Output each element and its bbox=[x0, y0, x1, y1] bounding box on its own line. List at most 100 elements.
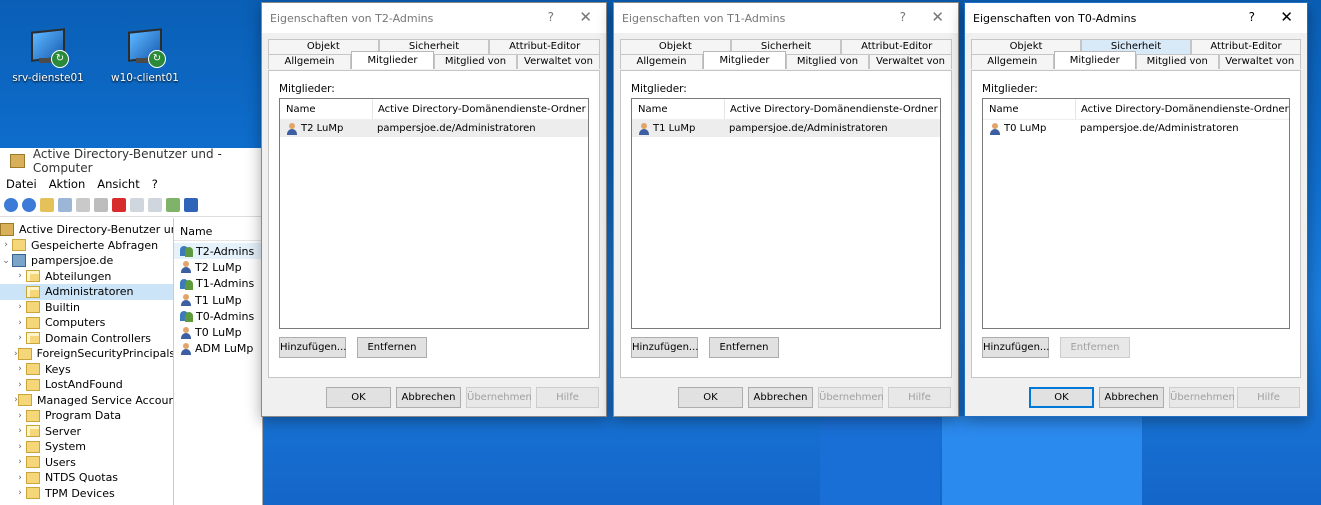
member-row[interactable]: T1 LuMp pampersjoe.de/Administratoren bbox=[632, 120, 940, 137]
list-item[interactable]: T0 LuMp bbox=[174, 324, 262, 340]
tree-item-ntds-quotas[interactable]: › NTDS Quotas bbox=[0, 470, 173, 486]
aduc-titlebar[interactable]: Active Directory-Benutzer und -Computer bbox=[0, 148, 262, 175]
remove-button[interactable]: Entfernen bbox=[709, 337, 779, 358]
desktop-icon-w10-client01[interactable]: ↻ w10-client01 bbox=[100, 28, 190, 84]
tree-item-computers[interactable]: › Computers bbox=[0, 315, 173, 331]
list-item[interactable]: ADM LuMp bbox=[174, 341, 262, 357]
up-folder-icon[interactable] bbox=[40, 198, 54, 212]
remove-button[interactable]: Entfernen bbox=[1060, 337, 1130, 358]
add-button[interactable]: Hinzufügen... bbox=[279, 337, 346, 358]
delete-icon[interactable] bbox=[112, 198, 126, 212]
column-header-name[interactable]: Name bbox=[280, 99, 373, 119]
tree-item-lostandfound[interactable]: › LostAndFound bbox=[0, 377, 173, 393]
ok-button[interactable]: OK bbox=[326, 387, 391, 408]
apply-button[interactable]: Übernehmen bbox=[818, 387, 884, 408]
menu-ansicht[interactable]: Ansicht bbox=[97, 177, 139, 191]
help-button[interactable]: Hilfe bbox=[536, 387, 599, 408]
user-icon bbox=[180, 294, 192, 307]
tab-allgemein[interactable]: Allgemein bbox=[971, 54, 1054, 69]
tree-item-users[interactable]: › Users bbox=[0, 455, 173, 471]
tab-mitglied-von[interactable]: Mitglied von bbox=[786, 54, 869, 69]
list-item[interactable]: T1 LuMp bbox=[174, 292, 262, 308]
tab-mitglieder[interactable]: Mitglieder bbox=[703, 51, 786, 69]
cut-icon[interactable] bbox=[76, 198, 90, 212]
menu-aktion[interactable]: Aktion bbox=[49, 177, 86, 191]
add-button[interactable]: Hinzufügen... bbox=[982, 337, 1049, 358]
show-console-tree-icon[interactable] bbox=[58, 198, 72, 212]
members-list[interactable]: Name Active Directory-Domänendienste-Ord… bbox=[982, 98, 1290, 329]
help-icon[interactable] bbox=[184, 198, 198, 212]
members-list[interactable]: Name Active Directory-Domänendienste-Ord… bbox=[631, 98, 941, 329]
list-item[interactable]: T0-Admins bbox=[174, 308, 262, 324]
list-item[interactable]: T1-Admins bbox=[174, 276, 262, 292]
cancel-button[interactable]: Abbrechen bbox=[1099, 387, 1164, 408]
tab-verwaltet-von[interactable]: Verwaltet von bbox=[1218, 54, 1301, 69]
members-list[interactable]: Name Active Directory-Domänendienste-Ord… bbox=[279, 98, 589, 329]
help-button[interactable]: Hilfe bbox=[888, 387, 951, 408]
tab-attribut-editor[interactable]: Attribut-Editor bbox=[489, 39, 601, 54]
add-button[interactable]: Hinzufügen... bbox=[631, 337, 698, 358]
member-row[interactable]: T0 LuMp pampersjoe.de/Administratoren bbox=[983, 120, 1289, 137]
tree-item-system[interactable]: › System bbox=[0, 439, 173, 455]
tab-allgemein[interactable]: Allgemein bbox=[268, 54, 351, 69]
forward-icon[interactable] bbox=[22, 198, 36, 212]
tree-item-builtin[interactable]: › Builtin bbox=[0, 300, 173, 316]
tree-item-server[interactable]: › Server bbox=[0, 424, 173, 440]
close-icon[interactable]: ✕ bbox=[579, 8, 592, 26]
help-icon[interactable]: ? bbox=[900, 10, 906, 24]
column-header-name[interactable]: Name bbox=[174, 222, 262, 241]
column-header-folder[interactable]: Active Directory-Domänendienste-Ordner bbox=[373, 104, 586, 115]
help-icon[interactable]: ? bbox=[548, 10, 554, 24]
apply-button[interactable]: Übernehmen bbox=[1169, 387, 1235, 408]
cancel-button[interactable]: Abbrechen bbox=[396, 387, 461, 408]
copy-icon[interactable] bbox=[94, 198, 108, 212]
tree-item-tpm-devices[interactable]: › TPM Devices bbox=[0, 486, 173, 502]
tree-item-root[interactable]: Active Directory-Benutzer und - bbox=[0, 222, 173, 238]
tab-mitglieder[interactable]: Mitglieder bbox=[1053, 51, 1136, 69]
folder-icon bbox=[26, 363, 40, 376]
tab-attribut-editor[interactable]: Attribut-Editor bbox=[1191, 39, 1301, 54]
dialog-titlebar[interactable]: Eigenschaften von T2-Admins ? ✕ bbox=[262, 3, 606, 33]
tab-verwaltet-von[interactable]: Verwaltet von bbox=[517, 54, 600, 69]
tree-item-foreignsecurityprincipals[interactable]: › ForeignSecurityPrincipals bbox=[0, 346, 173, 362]
menu-datei[interactable]: Datei bbox=[6, 177, 37, 191]
tab-mitglieder[interactable]: Mitglieder bbox=[351, 51, 434, 69]
close-icon[interactable]: ✕ bbox=[931, 8, 944, 26]
tree-item-managed-service-accounts[interactable]: › Managed Service Accour bbox=[0, 393, 173, 409]
tree-item-program-data[interactable]: › Program Data bbox=[0, 408, 173, 424]
column-header-name[interactable]: Name bbox=[983, 99, 1076, 119]
close-icon[interactable]: ✕ bbox=[1280, 8, 1293, 26]
ok-button[interactable]: OK bbox=[678, 387, 743, 408]
cancel-button[interactable]: Abbrechen bbox=[748, 387, 813, 408]
tree-item-abteilungen[interactable]: › Abteilungen bbox=[0, 269, 173, 285]
tree-item-domain-controllers[interactable]: › Domain Controllers bbox=[0, 331, 173, 347]
dialog-titlebar[interactable]: Eigenschaften von T1-Admins ? ✕ bbox=[614, 3, 958, 33]
export-icon[interactable] bbox=[166, 198, 180, 212]
tab-verwaltet-von[interactable]: Verwaltet von bbox=[869, 54, 952, 69]
list-item[interactable]: T2 LuMp bbox=[174, 259, 262, 275]
list-item[interactable]: T2-Admins bbox=[174, 243, 262, 260]
tree-item-keys[interactable]: › Keys bbox=[0, 362, 173, 378]
column-header-folder[interactable]: Active Directory-Domänendienste-Ordner bbox=[1076, 104, 1289, 115]
ok-button[interactable]: OK bbox=[1029, 387, 1094, 408]
tree-item-gespeicherte-abfragen[interactable]: › Gespeicherte Abfragen bbox=[0, 238, 173, 254]
column-header-name[interactable]: Name bbox=[632, 99, 725, 119]
remove-button[interactable]: Entfernen bbox=[357, 337, 427, 358]
tab-allgemein[interactable]: Allgemein bbox=[620, 54, 703, 69]
member-row[interactable]: T2 LuMp pampersjoe.de/Administratoren bbox=[280, 120, 588, 137]
desktop-icon-srv-dienste01[interactable]: ↻ srv-dienste01 bbox=[3, 28, 93, 84]
help-button[interactable]: Hilfe bbox=[1237, 387, 1300, 408]
tree-item-administratoren[interactable]: Administratoren bbox=[0, 284, 173, 300]
apply-button[interactable]: Übernehmen bbox=[466, 387, 532, 408]
help-icon[interactable]: ? bbox=[1249, 10, 1255, 24]
dialog-titlebar[interactable]: Eigenschaften von T0-Admins ? ✕ bbox=[965, 3, 1307, 33]
tab-mitglied-von[interactable]: Mitglied von bbox=[434, 54, 517, 69]
properties-icon[interactable] bbox=[130, 198, 144, 212]
back-icon[interactable] bbox=[4, 198, 18, 212]
tree-item-domain[interactable]: ⌄ pampersjoe.de bbox=[0, 253, 173, 269]
tab-attribut-editor[interactable]: Attribut-Editor bbox=[841, 39, 953, 54]
menu-help[interactable]: ? bbox=[152, 177, 158, 191]
column-header-folder[interactable]: Active Directory-Domänendienste-Ordner bbox=[725, 104, 938, 115]
refresh-icon[interactable] bbox=[148, 198, 162, 212]
tab-mitglied-von[interactable]: Mitglied von bbox=[1136, 54, 1219, 69]
